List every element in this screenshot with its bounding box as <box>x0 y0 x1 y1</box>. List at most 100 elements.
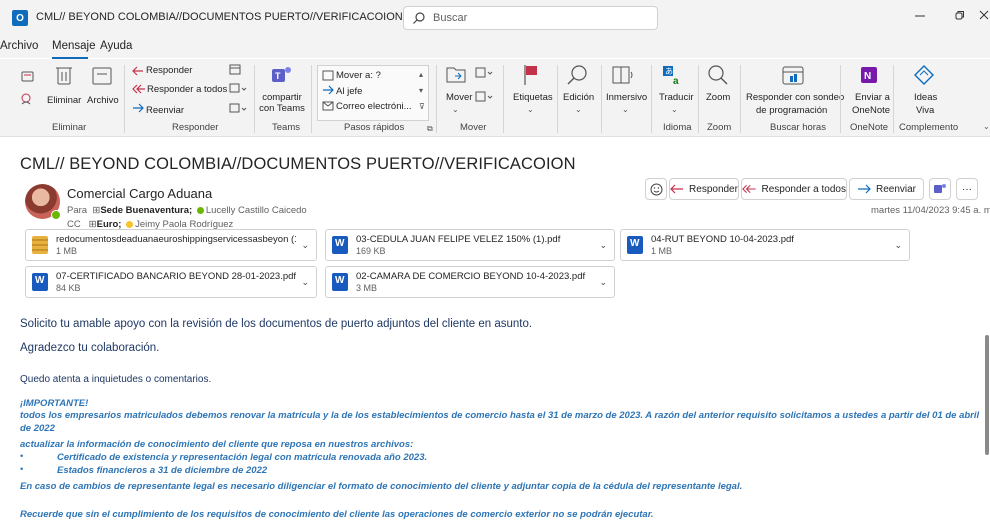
reply-action-button[interactable]: Responder <box>669 178 739 200</box>
body-paragraph: Solicito tu amable apoyo con la revisión… <box>20 318 533 330</box>
move-button[interactable]: Mover <box>446 92 472 103</box>
close-button[interactable] <box>978 8 990 28</box>
tab-mensaje[interactable]: Mensaje <box>52 40 95 52</box>
reply-all-button[interactable]: Responder a todos <box>147 84 227 95</box>
svg-text:N: N <box>864 71 871 82</box>
dialog-launcher-icon[interactable]: ⧉ <box>427 123 433 134</box>
chevron-down-icon[interactable]: ⌄ <box>527 104 534 115</box>
scheduling-poll-line2[interactable]: de programación <box>756 105 827 116</box>
archive-button[interactable]: Archivo <box>87 95 119 106</box>
ribbon-separator <box>893 65 894 133</box>
tab-ayuda[interactable]: Ayuda <box>100 40 132 52</box>
to-label: Para <box>67 205 88 216</box>
chevron-down-icon[interactable]: ⌄ <box>599 277 607 288</box>
notice-line: actualizar la información de conocimient… <box>20 439 414 450</box>
attachment-item[interactable]: 07-CERTIFICADO BANCARIO BEYOND 28-01-202… <box>25 266 317 298</box>
message-date: martes 11/04/2023 9:45 a. m. <box>871 205 990 216</box>
bullet-icon: • <box>20 451 24 462</box>
im-reply-icon[interactable] <box>229 83 247 95</box>
cleanup-icon[interactable] <box>20 92 36 106</box>
scrollbar-thumb[interactable] <box>985 335 989 455</box>
chevron-down-icon[interactable]: ⌄ <box>671 104 678 115</box>
attachment-item[interactable]: redocumentosdeaduanaeuroshippingservices… <box>25 229 317 261</box>
zip-file-icon <box>32 236 48 254</box>
minimize-button[interactable] <box>905 8 935 28</box>
zoom-button[interactable]: Zoom <box>706 92 730 103</box>
ribbon-separator <box>651 65 652 133</box>
send-onenote-line2[interactable]: OneNote <box>852 105 890 116</box>
ribbon: Eliminar Archivo Eliminar Responder Resp… <box>0 59 990 137</box>
reply-all-action-label: Responder a todos <box>761 183 846 195</box>
reply-all-action-button[interactable]: Responder a todos <box>741 178 847 200</box>
quick-step-email[interactable]: Correo electróni... <box>336 101 412 112</box>
attachment-item[interactable]: 02-CAMARA DE COMERCIO BEYOND 10-4-2023.p… <box>325 266 615 298</box>
translate-button[interactable]: Traducir <box>659 92 694 103</box>
more-respond-icon[interactable] <box>229 103 247 115</box>
reply-all-icon <box>132 84 145 94</box>
attachment-item[interactable]: 03-CEDULA JUAN FELIPE VELEZ 150% (1).pdf… <box>325 229 615 261</box>
ignore-icon[interactable] <box>21 69 35 83</box>
ribbon-collapse-icon[interactable]: ⌄ <box>983 121 990 132</box>
forward-action-button[interactable]: Reenviar <box>849 178 924 200</box>
sender-name[interactable]: Comercial Cargo Aduana <box>67 186 212 201</box>
attachment-size: 169 KB <box>356 246 386 256</box>
send-onenote-line1[interactable]: Enviar a <box>855 92 890 103</box>
share-teams-line1[interactable]: compartir <box>258 92 306 103</box>
expand-gallery-icon[interactable]: ⊽ <box>419 101 425 112</box>
restore-button[interactable] <box>945 8 975 28</box>
tags-button[interactable]: Etiquetas <box>513 92 553 103</box>
chevron-down-icon[interactable]: ⌄ <box>599 240 607 251</box>
ribbon-separator <box>557 65 558 133</box>
chevron-down-icon[interactable]: ⌄ <box>894 240 902 251</box>
quick-step-boss[interactable]: Al jefe <box>336 86 362 97</box>
teams-share-button[interactable] <box>929 178 951 200</box>
ribbon-separator <box>840 65 841 133</box>
notice-line: Recuerde que sin el cumplimiento de los … <box>20 509 654 520</box>
attachment-item[interactable]: 04-RUT BEYOND 10-04-2023.pdf 1 MB ⌄ <box>620 229 910 261</box>
delete-icon[interactable] <box>55 64 73 86</box>
quick-step-move-to[interactable]: Mover a: ? <box>336 70 381 81</box>
chevron-down-icon[interactable]: ▾ <box>419 85 423 96</box>
presence-available-icon <box>196 206 204 214</box>
onenote-move-icon[interactable] <box>475 91 495 103</box>
forward-icon <box>133 103 144 113</box>
translate-icon: あa <box>663 66 679 86</box>
group-label-buscar-horas: Buscar horas <box>770 122 826 133</box>
delete-button[interactable]: Eliminar <box>47 95 81 106</box>
search-input[interactable]: Buscar <box>403 6 658 30</box>
forward-button[interactable]: Reenviar <box>146 105 184 116</box>
scheduling-poll-line1[interactable]: Responder con sondeo <box>746 92 844 103</box>
share-teams-line2[interactable]: con Teams <box>258 103 306 114</box>
recipient-lucelly[interactable]: Lucelly Castillo Caicedo <box>206 205 307 216</box>
teams-icon[interactable]: T <box>271 65 293 85</box>
reply-all-icon <box>742 184 756 194</box>
meeting-reply-icon[interactable] <box>229 63 241 75</box>
svg-text:a: a <box>673 76 679 86</box>
chevron-down-icon[interactable]: ⌄ <box>575 104 582 115</box>
notice-line: de 2022 <box>20 423 55 434</box>
reply-icon <box>132 66 143 76</box>
edit-button[interactable]: Edición <box>563 92 594 103</box>
ribbon-separator <box>740 65 741 133</box>
rules-icon[interactable] <box>475 67 495 79</box>
ribbon-separator <box>311 65 312 133</box>
mail-icon <box>322 101 334 111</box>
chevron-up-icon[interactable]: ▴ <box>419 69 423 80</box>
message-subject: CML// BEYOND COLOMBIA//DOCUMENTOS PUERTO… <box>20 155 576 173</box>
chevron-down-icon[interactable]: ⌄ <box>301 240 309 251</box>
reply-button[interactable]: Responder <box>146 65 192 76</box>
recipient-group-sede[interactable]: Sede Buenaventura; <box>100 205 192 216</box>
attachment-name: 04-RUT BEYOND 10-04-2023.pdf <box>651 234 794 245</box>
viva-line1[interactable]: Ideas <box>914 92 937 103</box>
more-actions-button[interactable]: ··· <box>956 178 978 200</box>
viva-line2[interactable]: Viva <box>916 105 934 116</box>
emoji-react-button[interactable] <box>645 178 667 200</box>
immersive-button[interactable]: Inmersivo <box>606 92 647 103</box>
chevron-down-icon[interactable]: ⌄ <box>452 104 459 115</box>
chevron-down-icon[interactable]: ⌄ <box>622 104 629 115</box>
viva-insights-icon <box>914 65 934 85</box>
group-expand-icon[interactable]: ⊞ <box>90 205 100 216</box>
chevron-down-icon[interactable]: ⌄ <box>301 277 309 288</box>
archive-icon[interactable] <box>92 67 112 85</box>
tab-archivo[interactable]: Archivo <box>0 40 38 52</box>
